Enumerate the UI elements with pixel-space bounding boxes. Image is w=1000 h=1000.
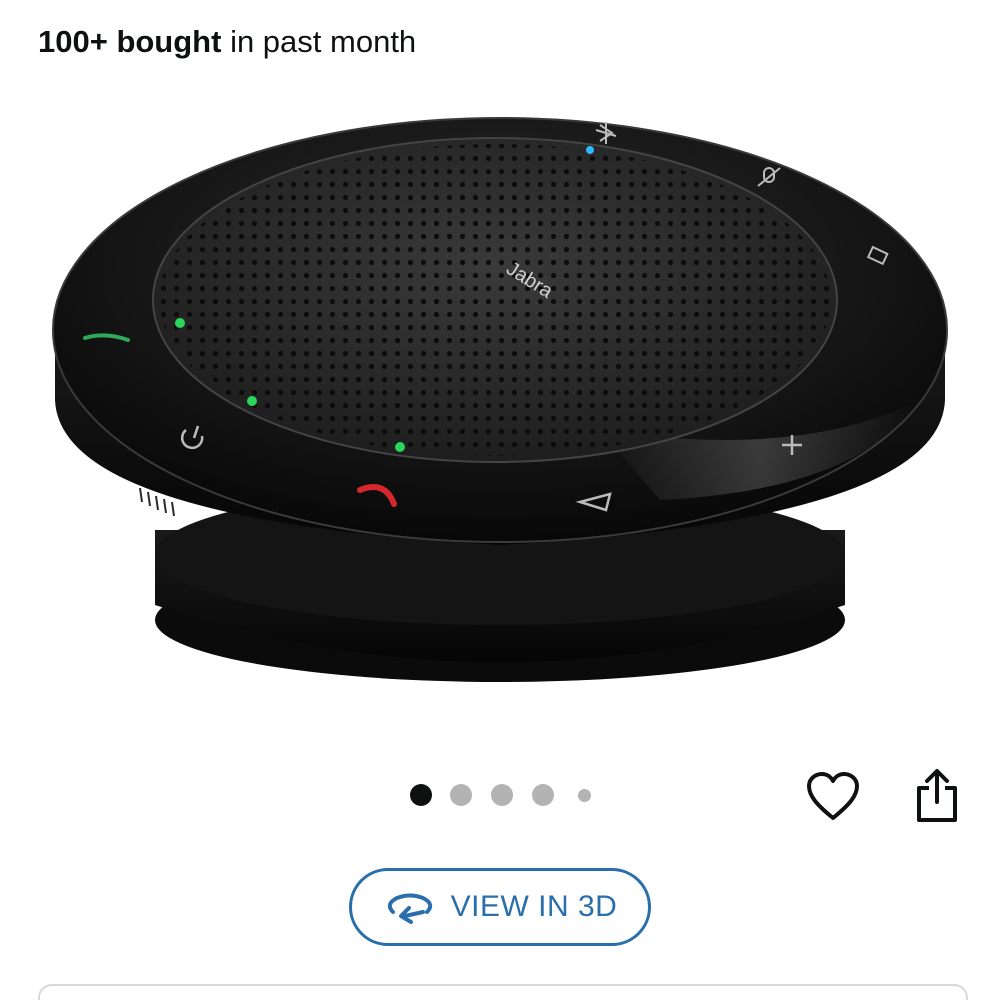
led-green-3: [395, 442, 405, 452]
carousel-dot-5[interactable]: [578, 789, 591, 802]
view-in-3d-label: VIEW IN 3D: [450, 890, 618, 923]
status-led-blue: [586, 146, 594, 154]
led-green-2: [247, 396, 257, 406]
carousel-dot-1[interactable]: [410, 784, 432, 806]
view-in-3d-button[interactable]: VIEW IN 3D: [349, 868, 651, 946]
speakerphone-illustration: Jabra: [52, 117, 948, 682]
image-carousel-indicator[interactable]: [405, 784, 605, 810]
carousel-dot-3[interactable]: [491, 784, 513, 806]
carousel-dot-4[interactable]: [532, 784, 554, 806]
bought-count: 100+ bought: [38, 24, 222, 59]
product-page: 100+ bought in past month Jabra VIEW IN …: [0, 0, 1000, 1000]
grille-dots: [159, 144, 831, 456]
next-section-card: [38, 984, 968, 1000]
product-image[interactable]: Jabra: [40, 100, 960, 700]
led-green-1: [175, 318, 185, 328]
share-icon: [917, 769, 957, 822]
favorite-button[interactable]: [800, 766, 866, 828]
rotate-3d-icon: [387, 893, 432, 924]
bought-in-past-month: 100+ bought in past month: [38, 22, 416, 62]
bought-suffix: in past month: [221, 24, 417, 59]
heart-icon: [807, 772, 859, 820]
carousel-dot-2[interactable]: [450, 784, 472, 806]
share-button[interactable]: [906, 764, 968, 828]
